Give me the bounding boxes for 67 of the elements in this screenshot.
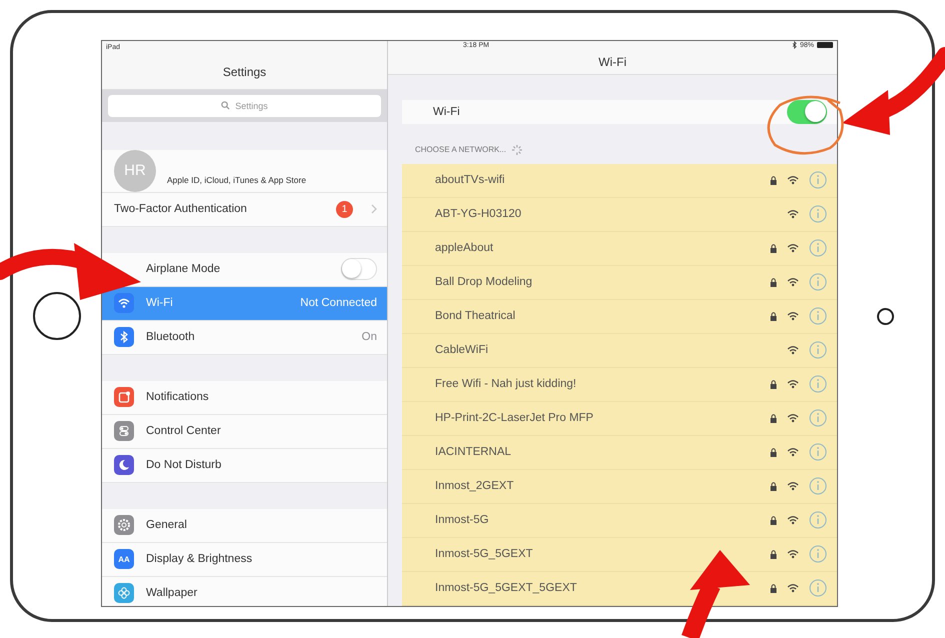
- bluetooth-icon: [792, 41, 797, 50]
- info-icon[interactable]: [809, 545, 827, 563]
- network-item[interactable]: Inmost_2GEXT: [402, 470, 837, 504]
- info-icon[interactable]: [809, 341, 827, 359]
- wifi-icon: [787, 379, 799, 389]
- info-icon[interactable]: [809, 273, 827, 291]
- toggle-switch[interactable]: [787, 100, 827, 124]
- info-icon[interactable]: [809, 443, 827, 461]
- info-icon[interactable]: [809, 205, 827, 223]
- network-item[interactable]: ABT-YG-H03120: [402, 198, 837, 232]
- settings-item[interactable]: General: [102, 508, 387, 542]
- info-icon[interactable]: [809, 375, 827, 393]
- wifi-icon: [787, 243, 799, 253]
- battery-icon: [817, 42, 833, 48]
- spinner-icon: [511, 144, 524, 156]
- settings-item[interactable]: Wi-Fi Not Connected: [102, 286, 387, 320]
- wifi-icon: [787, 447, 799, 457]
- info-icon[interactable]: [809, 477, 827, 495]
- info-icon[interactable]: [809, 511, 827, 529]
- page-title: Wi-Fi: [598, 54, 626, 69]
- sidebar-title: Settings: [222, 64, 266, 78]
- wifi-icon: [787, 345, 799, 355]
- search-field[interactable]: Settings: [108, 94, 381, 116]
- profile-subtitle: Apple ID, iCloud, iTunes & App Store: [167, 174, 306, 184]
- side-button[interactable]: [876, 308, 894, 324]
- network-item[interactable]: Ball Drop Modeling: [402, 266, 837, 300]
- wifi-icon: [787, 277, 799, 287]
- network-item[interactable]: HP-Print-2C-LaserJet Pro MFP: [402, 402, 837, 436]
- network-item[interactable]: Inmost-5G: [402, 504, 837, 538]
- wifi-icon: [787, 175, 799, 185]
- info-icon[interactable]: [809, 171, 827, 189]
- setting-label: Airplane Mode: [146, 263, 220, 275]
- settings-item[interactable]: Wallpaper: [102, 576, 387, 606]
- wifi-icon: [787, 549, 799, 559]
- chevron-icon: [371, 204, 377, 214]
- wifi-icon: [787, 515, 799, 525]
- toggle-switch[interactable]: [341, 258, 377, 280]
- network-item[interactable]: Free Wifi - Nah just kidding!: [402, 368, 837, 402]
- notification-badge: 1: [336, 200, 353, 218]
- info-icon[interactable]: [809, 409, 827, 427]
- network-item[interactable]: CableWiFi: [402, 334, 837, 368]
- info-icon[interactable]: [809, 239, 827, 257]
- search-icon: [221, 100, 230, 110]
- network-item[interactable]: IACINTERNAL: [402, 436, 837, 470]
- settings-item[interactable]: Control Center: [102, 414, 387, 448]
- wifi-icon: [787, 311, 799, 321]
- status-value: Not Connected: [300, 297, 377, 309]
- wifi-icon: [787, 583, 799, 593]
- network-item[interactable]: appleAbout: [402, 232, 837, 266]
- network-item[interactable]: aboutTVs-wifi: [402, 164, 837, 198]
- avatar: HR: [114, 150, 156, 192]
- wifi-icon: [787, 481, 799, 491]
- status-value: On: [362, 331, 377, 343]
- text-size-icon: AA: [114, 549, 134, 569]
- wifi-icon: [787, 413, 799, 423]
- info-icon[interactable]: [809, 307, 827, 325]
- settings-item[interactable]: Bluetooth On: [102, 320, 387, 354]
- settings-item[interactable]: Do Not Disturb: [102, 448, 387, 482]
- wifi-label: Wi-Fi: [433, 106, 460, 118]
- network-item[interactable]: Bond Theatrical: [402, 300, 837, 334]
- settings-item[interactable]: Two-Factor Authentication 1: [102, 192, 387, 226]
- info-icon[interactable]: [809, 579, 827, 597]
- settings-item[interactable]: Notifications: [102, 380, 387, 414]
- wifi-icon: [787, 209, 799, 219]
- settings-item[interactable]: AA Display & Brightness: [102, 542, 387, 576]
- section-header: CHOOSE A NETWORK...: [415, 145, 506, 154]
- profile-row[interactable]: HR Apple ID, iCloud, iTunes & App Store: [102, 150, 387, 192]
